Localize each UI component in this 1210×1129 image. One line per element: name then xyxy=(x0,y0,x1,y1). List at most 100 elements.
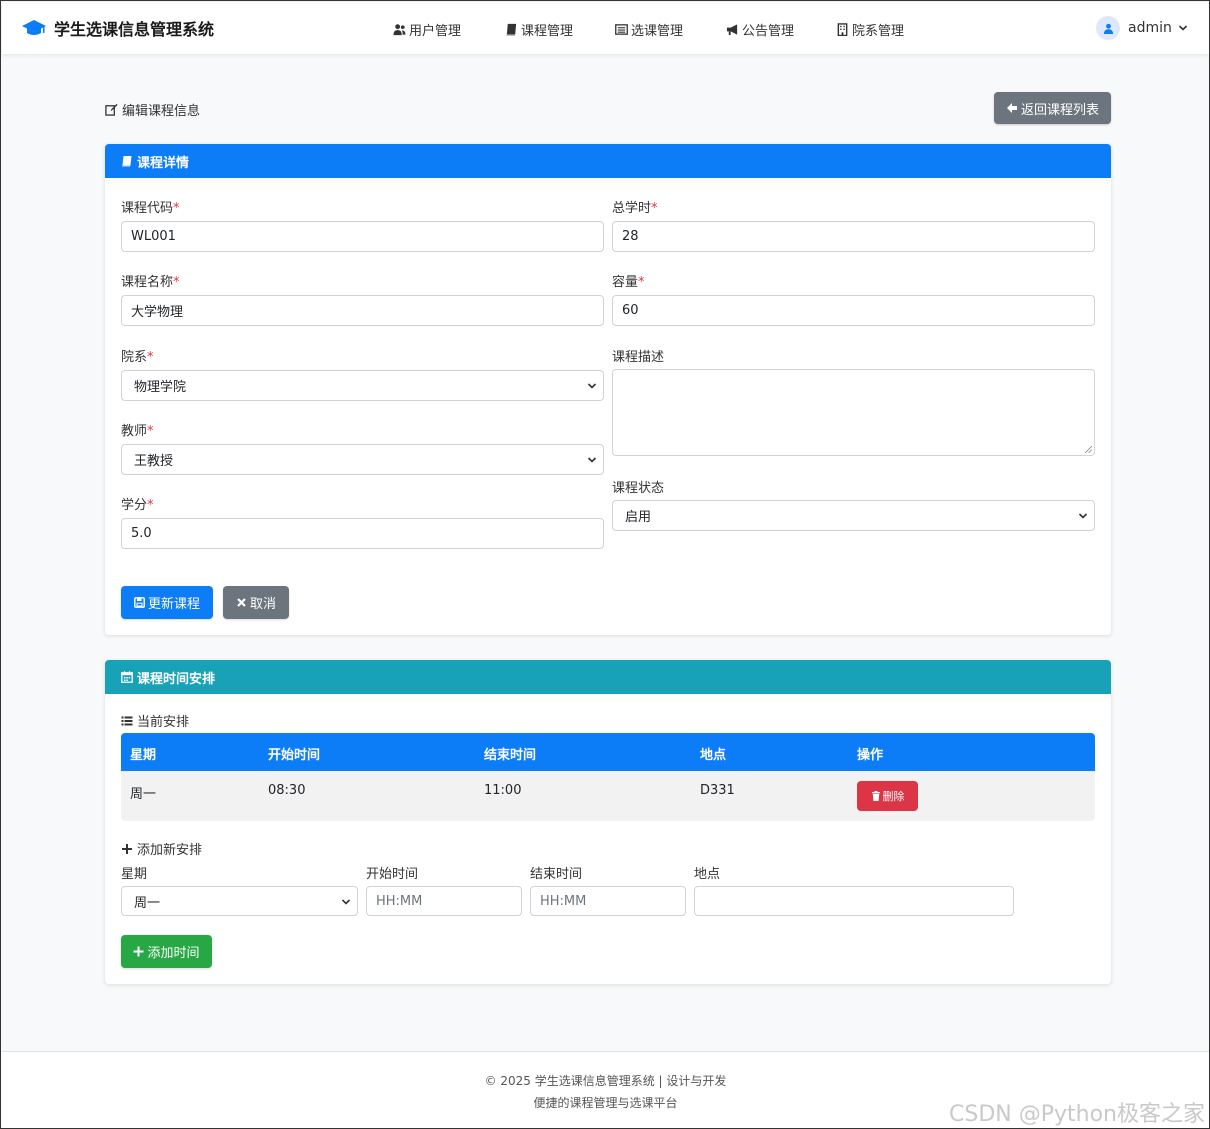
status-select[interactable]: 启用 xyxy=(612,500,1095,531)
add-schedule-title: 添加新安排 xyxy=(121,839,202,858)
resize-handle-icon[interactable] xyxy=(1085,446,1092,453)
bullhorn-icon xyxy=(726,24,738,36)
cell-location: D331 xyxy=(700,783,735,798)
nav-item-enrollment[interactable]: 选课管理 xyxy=(615,20,683,39)
calendar-icon xyxy=(121,671,133,683)
cancel-label: 取消 xyxy=(249,597,276,612)
day-select[interactable]: 周一 xyxy=(121,886,358,916)
course-name-input[interactable]: 大学物理 xyxy=(121,295,604,326)
plus-icon xyxy=(122,843,132,854)
schedule-card: 课程时间安排 当前安排 星期 开始时间 结束时间 地点 操作 周一 08:30 … xyxy=(105,660,1111,984)
status-label: 课程状态 xyxy=(612,481,665,496)
delete-label: 删除 xyxy=(882,790,905,803)
arrow-left-icon xyxy=(1006,103,1017,113)
department-select[interactable]: 物理学院 xyxy=(121,370,604,401)
update-course-button[interactable]: 更新课程 xyxy=(121,586,213,619)
book-icon xyxy=(122,156,132,167)
nav-label: 公告管理 xyxy=(742,24,795,39)
top-navbar: 学生选课信息管理系统 用户管理 课程管理 选课管理 公告管理 院系管理 admi… xyxy=(2,2,1209,54)
name-label: 课程名称* xyxy=(121,275,180,290)
user-menu[interactable]: admin xyxy=(1096,16,1188,40)
schedule-title: 课程时间安排 xyxy=(137,671,216,687)
nav-label: 课程管理 xyxy=(521,24,574,39)
cell-start: 08:30 xyxy=(268,783,306,798)
code-label: 课程代码* xyxy=(121,201,180,216)
cell-end: 11:00 xyxy=(484,783,522,798)
trash-icon xyxy=(871,791,880,801)
course-details-card: 课程详情 课程代码* WL001 课程名称* 大学物理 院系* 物理学院 教师*… xyxy=(105,144,1111,635)
column-header: 操作 xyxy=(857,748,884,763)
nav-item-announcements[interactable]: 公告管理 xyxy=(726,20,794,39)
app-title: 学生选课信息管理系统 xyxy=(54,20,215,39)
course-details-title: 课程详情 xyxy=(137,155,190,171)
add-schedule-label: 添加新安排 xyxy=(137,843,203,858)
department-label: 院系* xyxy=(121,350,154,365)
watermark: CSDN @Python极客之家 xyxy=(949,1102,1205,1127)
close-icon xyxy=(237,598,246,607)
teacher-select[interactable]: 王教授 xyxy=(121,444,604,475)
column-header: 地点 xyxy=(700,748,727,763)
table-header: 星期 开始时间 结束时间 地点 操作 xyxy=(121,733,1095,771)
table-row: 周一 08:30 11:00 D331 删除 xyxy=(121,771,1095,821)
plus-icon xyxy=(133,946,144,957)
back-button-label: 返回课程列表 xyxy=(1020,102,1099,118)
description-textarea[interactable] xyxy=(612,369,1095,456)
cancel-button[interactable]: 取消 xyxy=(223,586,289,619)
total-hours-input[interactable]: 28 xyxy=(612,221,1095,252)
back-to-list-button[interactable]: 返回课程列表 xyxy=(994,92,1111,124)
location-input[interactable] xyxy=(694,886,1014,916)
building-icon xyxy=(837,23,848,36)
users-icon xyxy=(393,24,406,36)
list-alt-icon xyxy=(615,24,628,35)
graduation-cap-icon xyxy=(22,20,46,35)
schedule-table: 星期 开始时间 结束时间 地点 操作 周一 08:30 11:00 D331 删… xyxy=(121,733,1095,821)
list-icon xyxy=(121,716,133,725)
end-time-input[interactable]: HH:MM xyxy=(530,886,686,916)
day-label: 星期 xyxy=(121,867,148,882)
book-icon xyxy=(506,23,517,36)
column-header: 星期 xyxy=(130,748,157,763)
save-icon xyxy=(134,597,145,608)
column-header: 开始时间 xyxy=(268,748,321,763)
nav-label: 院系管理 xyxy=(852,24,905,39)
description-label: 课程描述 xyxy=(612,350,665,365)
page-title: 编辑课程信息 xyxy=(105,100,200,119)
start-time-input[interactable]: HH:MM xyxy=(366,886,522,916)
app-window: 学生选课信息管理系统 用户管理 课程管理 选课管理 公告管理 院系管理 admi… xyxy=(0,0,1210,1129)
capacity-input[interactable]: 60 xyxy=(612,295,1095,326)
current-schedule-label: 当前安排 xyxy=(137,715,190,730)
edit-icon xyxy=(105,103,118,116)
course-code-input[interactable]: WL001 xyxy=(121,221,604,252)
course-details-header: 课程详情 xyxy=(105,144,1111,178)
delete-schedule-button[interactable]: 删除 xyxy=(857,781,918,811)
user-name: admin xyxy=(1128,20,1172,36)
credit-label: 学分* xyxy=(121,498,154,513)
footer-copyright: © 2025 学生选课信息管理系统 | 设计与开发 xyxy=(484,1074,727,1088)
current-schedule-title: 当前安排 xyxy=(121,711,189,730)
teacher-label: 教师* xyxy=(121,424,154,439)
cell-day: 周一 xyxy=(130,787,157,802)
chevron-down-icon xyxy=(1078,513,1088,519)
nav-label: 选课管理 xyxy=(631,24,684,39)
chevron-down-icon xyxy=(587,383,597,389)
avatar xyxy=(1096,16,1120,40)
chevron-down-icon xyxy=(341,899,351,905)
schedule-header: 课程时间安排 xyxy=(105,660,1111,694)
nav-item-departments[interactable]: 院系管理 xyxy=(836,20,904,39)
hours-label: 总学时* xyxy=(612,201,658,216)
chevron-down-icon xyxy=(1178,25,1187,31)
nav-item-users[interactable]: 用户管理 xyxy=(393,20,461,39)
nav-label: 用户管理 xyxy=(409,24,462,39)
nav-item-courses[interactable]: 课程管理 xyxy=(505,20,573,39)
add-time-label: 添加时间 xyxy=(147,946,200,961)
location-label: 地点 xyxy=(694,867,721,882)
update-course-label: 更新课程 xyxy=(147,597,200,612)
chevron-down-icon xyxy=(587,457,597,463)
credit-input[interactable]: 5.0 xyxy=(121,518,604,549)
brand[interactable]: 学生选课信息管理系统 xyxy=(22,16,214,40)
capacity-label: 容量* xyxy=(612,275,645,290)
end-time-label: 结束时间 xyxy=(530,867,583,882)
page-title-text: 编辑课程信息 xyxy=(122,104,201,119)
add-time-button[interactable]: 添加时间 xyxy=(121,935,212,968)
user-icon xyxy=(1103,23,1113,34)
